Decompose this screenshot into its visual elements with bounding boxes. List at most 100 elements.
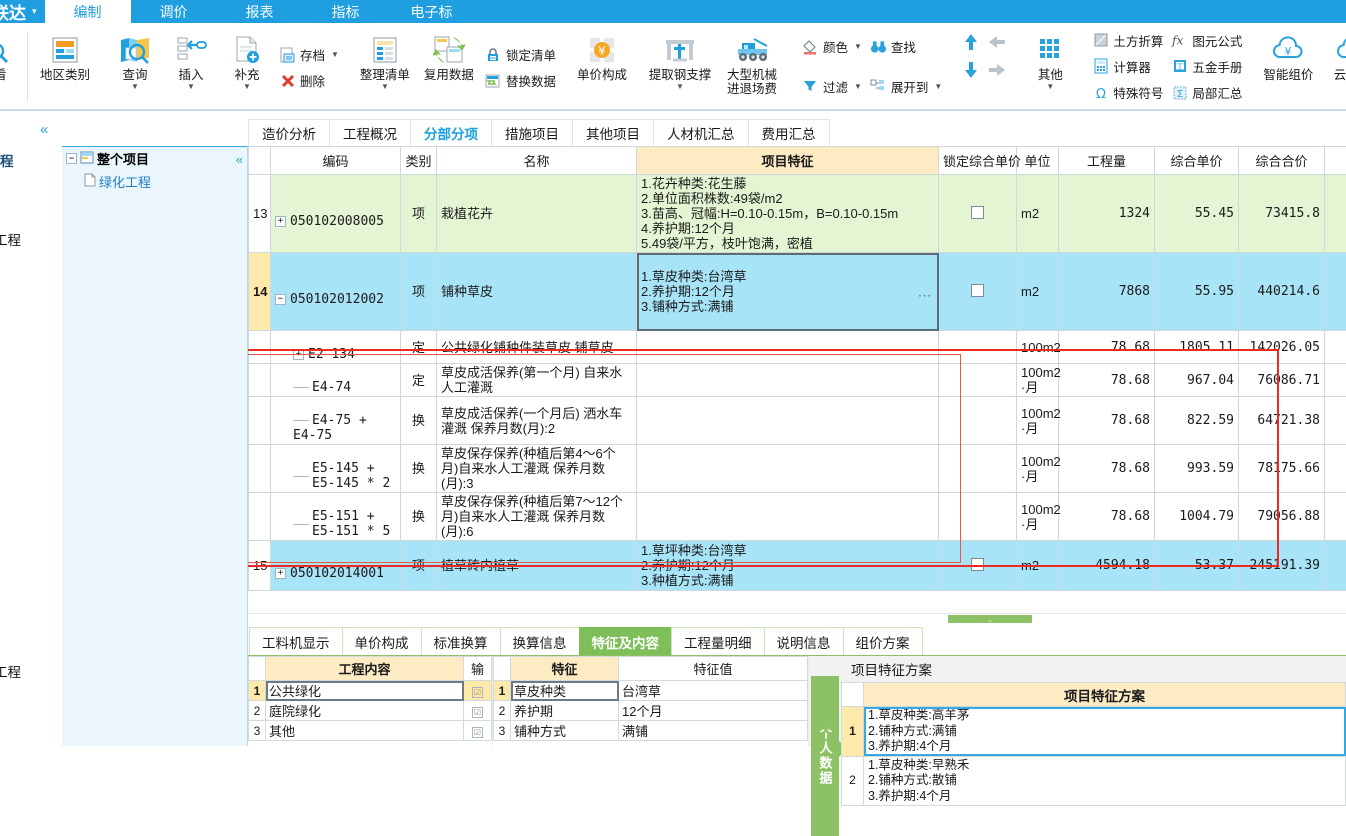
tab-quantity-detail[interactable]: 工程量明细 — [671, 627, 765, 655]
cell-feature[interactable]: 1.花卉种类:花生藤 2.单位面积株数:49袋/m2 3.苗高、冠幅:H=0.1… — [637, 175, 939, 253]
output-checkbox-cell[interactable]: ☑ — [464, 701, 492, 721]
list-item[interactable]: 3 铺种方式 满铺 — [494, 721, 808, 741]
table-row[interactable]: 14 −050102012002 项 铺种草皮 1.草皮种类:台湾草 2.养护期… — [249, 253, 1346, 331]
cell-quantity[interactable]: 78.68 — [1059, 445, 1155, 493]
cell-feature[interactable]: 1.草皮种类:台湾草 2.养护期:12个月 3.铺种方式:满铺 ... — [637, 253, 939, 331]
tab-project-overview[interactable]: 工程概况 — [329, 119, 411, 146]
arrow-down-icon[interactable] — [963, 60, 979, 83]
cell-unit-price[interactable]: 1004.79 — [1155, 493, 1239, 541]
cell-unit-price[interactable]: 55.45 — [1155, 175, 1239, 253]
other-button[interactable]: 其他 ▼ — [1022, 25, 1078, 110]
table-row[interactable]: 15 +050102014001 项 植草砖内植草 1.草坪种类:台湾草 2.养… — [249, 541, 1346, 591]
organize-list-button[interactable]: 整理清单 ▼ — [353, 25, 417, 110]
cell-name[interactable]: 草皮保存保养(种植后第4～6个月)自来水人工灌溉 保养月数(月):3 — [437, 445, 637, 493]
cell-kind[interactable]: 定 — [401, 364, 437, 397]
tab-labor-material-machine[interactable]: 工料机显示 — [249, 627, 343, 655]
col-feature-value[interactable]: 特征值 — [619, 657, 808, 681]
cell-name[interactable]: 草皮保存保养(种植后第7～12个月)自来水人工灌溉 保养月数(月):6 — [437, 493, 637, 541]
scheme-text[interactable]: 1.草皮种类:早熟禾 2.铺种方式:散铺 3.养护期:4个月 — [864, 756, 1346, 806]
work-content-value[interactable]: 其他 — [266, 721, 464, 741]
list-item[interactable]: 1 草皮种类 台湾草 — [494, 681, 808, 701]
table-row[interactable]: +E2-134 定 公共绿化铺种件装草皮 铺草皮 100m2 78.68 180… — [249, 331, 1346, 364]
cell-total-price[interactable]: 79056.88 — [1239, 493, 1325, 541]
row-expander-icon[interactable]: + — [275, 216, 286, 227]
list-item[interactable]: 3 其他 ☑ — [249, 721, 492, 741]
region-category-button[interactable]: 地区类别 — [33, 25, 97, 110]
filter-button[interactable]: 过滤 ▼ — [798, 73, 866, 99]
archive-button[interactable]: 存档 ▼ — [275, 42, 343, 68]
cell-unit[interactable]: 100m2 ·月 — [1017, 397, 1059, 445]
unit-price-composition-button[interactable]: ¥ 单价构成 — [570, 25, 634, 110]
cell-kind[interactable]: 定 — [401, 331, 437, 364]
collapse-left-icon[interactable]: « — [236, 152, 243, 167]
earthwork-convert-button[interactable]: 土方折算 — [1088, 27, 1167, 53]
cell-code[interactable]: E5-151 + E5-151 * 5 — [271, 493, 401, 541]
row-expander-icon[interactable]: + — [293, 349, 304, 360]
cell-unit-price[interactable]: 53.37 — [1155, 541, 1239, 591]
cell-kind[interactable]: 换 — [401, 397, 437, 445]
cell-feature[interactable]: 1.草坪种类:台湾草 2.养护期:12个月 3.种植方式:满铺 — [637, 541, 939, 591]
cell-quantity[interactable]: 4594.18 — [1059, 541, 1155, 591]
list-item[interactable]: 2 庭院绿化 ☑ — [249, 701, 492, 721]
cell-kind[interactable]: 项 — [401, 541, 437, 591]
lock-checkbox[interactable] — [971, 284, 984, 297]
cell-quantity[interactable]: 7868 — [1059, 253, 1155, 331]
cell-name[interactable]: 草皮成活保养(第一个月) 自来水人工灌溉 — [437, 364, 637, 397]
cell-unit-price[interactable]: 967.04 — [1155, 364, 1239, 397]
panel-splitter[interactable]: ⌄ — [248, 613, 1346, 623]
splitter-handle[interactable]: ⌄ — [948, 615, 1032, 623]
cell-code[interactable]: −050102012002 — [271, 253, 401, 331]
cell-quantity[interactable]: 1324 — [1059, 175, 1155, 253]
chevron-down-icon[interactable]: ▼ — [934, 82, 942, 91]
tab-division-items[interactable]: 分部分项 — [410, 119, 492, 146]
col-feature-scheme[interactable]: 项目特征方案 — [864, 683, 1346, 707]
scheme-text[interactable]: 1.草皮种类:高羊茅 2.铺种方式:满铺 3.养护期:4个月 — [864, 707, 1346, 757]
cell-code[interactable]: E4-75 + E4-75 — [271, 397, 401, 445]
feature-editor-ellipsis[interactable]: ... — [918, 284, 932, 299]
cell-kind[interactable]: 项 — [401, 175, 437, 253]
ribbon-tab-tiaojia[interactable]: 调价 — [131, 0, 217, 23]
collapse-left-icon[interactable]: « — [40, 121, 48, 138]
feature-value[interactable]: 12个月 — [619, 701, 808, 721]
col-quantity[interactable]: 工程量 — [1059, 147, 1155, 175]
delete-button[interactable]: 删除 — [275, 68, 343, 94]
cloud-check-button[interactable]: 云检查 — [1320, 25, 1346, 110]
tab-fee-summary[interactable]: 费用汇总 — [748, 119, 830, 146]
chevron-down-icon[interactable]: ▼ — [1046, 83, 1054, 91]
cell-code[interactable]: E4-74 — [271, 364, 401, 397]
feature-value[interactable]: 台湾草 — [619, 681, 808, 701]
tab-conversion-info[interactable]: 换算信息 — [500, 627, 580, 655]
cell-code[interactable]: E5-145 + E5-145 * 2 — [271, 445, 401, 493]
output-checkbox[interactable]: ☑ — [472, 727, 483, 738]
group-circles-icon[interactable] — [816, 720, 836, 741]
cell-quantity[interactable]: 78.68 — [1059, 397, 1155, 445]
ribbon-tab-zhibiao[interactable]: 指标 — [303, 0, 389, 23]
col-work-content[interactable]: 工程内容 — [266, 657, 464, 681]
cell-unit[interactable]: 100m2 ·月 — [1017, 445, 1059, 493]
feature-value[interactable]: 满铺 — [619, 721, 808, 741]
arrow-right-icon[interactable] — [987, 62, 1007, 81]
tree-expander-icon[interactable]: − — [66, 153, 77, 164]
cell-name[interactable]: 铺种草皮 — [437, 253, 637, 331]
expand-to-button[interactable]: 展开到 ▼ — [866, 73, 946, 99]
tab-unit-price-composition[interactable]: 单价构成 — [342, 627, 422, 655]
brand-dropdown-icon[interactable]: ▾ — [32, 6, 37, 17]
cell-code[interactable]: +050102008005 — [271, 175, 401, 253]
table-row[interactable]: E4-74 定 草皮成活保养(第一个月) 自来水人工灌溉 100m2 ·月 78… — [249, 364, 1346, 397]
list-item[interactable]: 2 1.草皮种类:早熟禾 2.铺种方式:散铺 3.养护期:4个月 — [842, 756, 1346, 806]
tab-resource-summary[interactable]: 人材机汇总 — [653, 119, 749, 146]
cell-unit[interactable]: 100m2 ·月 — [1017, 364, 1059, 397]
work-content-value[interactable]: 公共绿化 — [266, 681, 464, 701]
tab-standard-conversion[interactable]: 标准换算 — [421, 627, 501, 655]
cell-unit[interactable]: m2 — [1017, 253, 1059, 331]
cell-unit-price[interactable]: 1805.11 — [1155, 331, 1239, 364]
cell-feature[interactable] — [637, 364, 939, 397]
ribbon-tab-dianzibiao[interactable]: 电子标 — [389, 0, 475, 23]
cell-unit[interactable]: 100m2 — [1017, 331, 1059, 364]
color-button[interactable]: 颜色 ▼ — [798, 34, 866, 60]
calculator-button[interactable]: 计算器 — [1088, 53, 1167, 79]
cell-feature[interactable] — [637, 331, 939, 364]
cell-kind[interactable]: 项 — [401, 253, 437, 331]
query-button[interactable]: 查询 ▼ — [107, 25, 163, 110]
chevron-down-icon[interactable]: ▼ — [131, 83, 139, 91]
